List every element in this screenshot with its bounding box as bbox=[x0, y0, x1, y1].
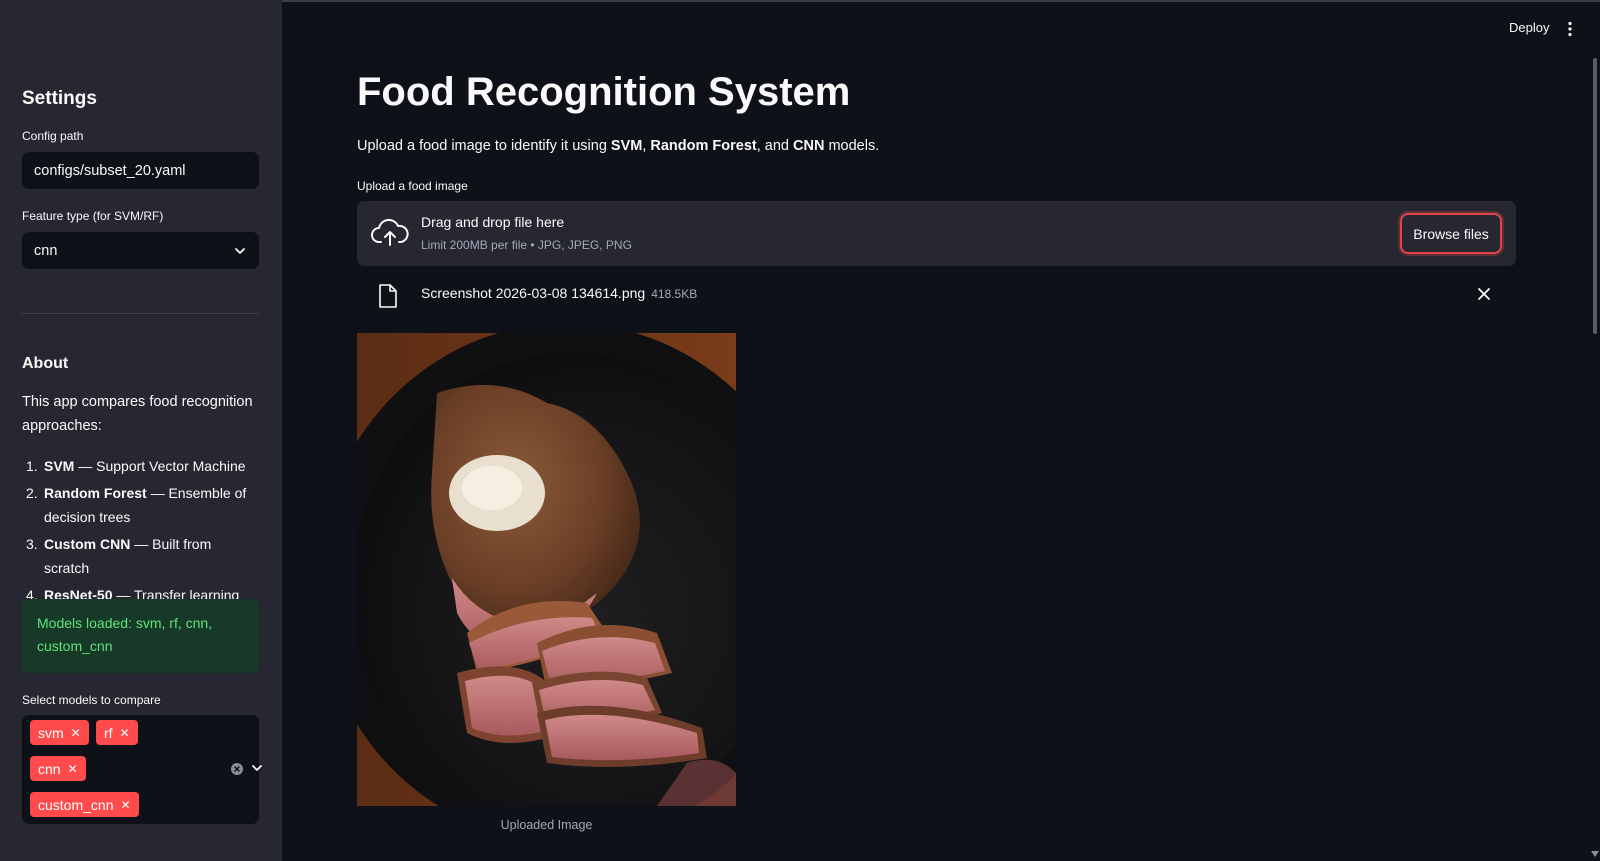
chip-rf: rf ✕ bbox=[96, 720, 138, 745]
success-message: Models loaded: svm, rf, cnn, custom_cnn bbox=[37, 615, 213, 654]
model-multiselect[interactable]: svm ✕ rf ✕ cnn ✕ custom_cnn ✕ bbox=[22, 715, 262, 824]
page-subtitle: Upload a food image to identify it using… bbox=[357, 138, 880, 154]
sidebar-divider bbox=[22, 313, 259, 314]
file-dropzone[interactable]: Drag and drop file here Limit 200MB per … bbox=[357, 201, 1516, 266]
remove-chip-icon[interactable]: ✕ bbox=[68, 762, 78, 776]
image-caption: Uploaded Image bbox=[500, 818, 593, 832]
page-title: Food Recognition System bbox=[357, 70, 851, 114]
list-item: 3. Custom CNN — Built from scratch bbox=[26, 536, 212, 576]
cloud-upload-icon bbox=[371, 218, 409, 246]
uploaded-file-row: Screenshot 2026-03-08 134614.png 418.5KB bbox=[357, 278, 1516, 310]
scrollbar[interactable] bbox=[1593, 58, 1597, 334]
clear-all-icon[interactable] bbox=[231, 763, 243, 775]
models-loaded-alert: Models loaded: svm, rf, cnn, custom_cnn bbox=[22, 599, 259, 673]
steak-image bbox=[357, 333, 736, 806]
file-name: Screenshot 2026-03-08 134614.png 418.5KB bbox=[421, 285, 698, 301]
chevron-down-icon bbox=[235, 247, 245, 254]
chevron-down-icon[interactable] bbox=[250, 761, 264, 775]
file-size: 418.5KB bbox=[651, 287, 698, 301]
browse-files-button[interactable]: Browse files bbox=[1400, 213, 1502, 254]
file-icon bbox=[379, 284, 397, 308]
dropzone-title: Drag and drop file here bbox=[421, 214, 565, 230]
feature-type-select[interactable]: cnn bbox=[22, 232, 259, 269]
config-path-label: Config path bbox=[22, 129, 84, 143]
close-icon[interactable] bbox=[1477, 287, 1491, 301]
settings-heading: Settings bbox=[22, 88, 97, 109]
remove-chip-icon[interactable]: ✕ bbox=[71, 726, 81, 740]
select-models-label: Select models to compare bbox=[22, 693, 161, 707]
upload-label: Upload a food image bbox=[357, 179, 468, 193]
about-heading: About bbox=[22, 355, 69, 372]
dropzone-limit: Limit 200MB per file • JPG, JPEG, PNG bbox=[421, 238, 632, 252]
deploy-button[interactable]: Deploy bbox=[1509, 20, 1549, 35]
model-list: 1. SVM — Support Vector Machine 2. Random … bbox=[22, 454, 260, 610]
list-item: 2. Random Forest — Ensemble of decision t… bbox=[26, 485, 247, 525]
scroll-down-icon[interactable] bbox=[1591, 851, 1599, 857]
chip-custom-cnn: custom_cnn ✕ bbox=[30, 792, 139, 817]
remove-chip-icon[interactable]: ✕ bbox=[120, 798, 130, 812]
chip-svm: svm ✕ bbox=[30, 720, 89, 745]
about-text: This app compares food recognition appro… bbox=[22, 394, 253, 434]
remove-chip-icon[interactable]: ✕ bbox=[120, 726, 130, 740]
feature-type-label: Feature type (for SVM/RF) bbox=[22, 209, 164, 223]
list-item: 1. SVM — Support Vector Machine bbox=[26, 458, 246, 474]
sidebar: Settings Config path configs/subset_20.y… bbox=[0, 0, 282, 861]
feature-type-value: cnn bbox=[34, 242, 58, 259]
config-path-value: configs/subset_20.yaml bbox=[34, 162, 186, 179]
kebab-icon[interactable] bbox=[1566, 21, 1574, 37]
chip-cnn: cnn ✕ bbox=[30, 756, 86, 781]
uploaded-image bbox=[357, 333, 736, 806]
config-path-input[interactable]: configs/subset_20.yaml bbox=[22, 152, 259, 189]
